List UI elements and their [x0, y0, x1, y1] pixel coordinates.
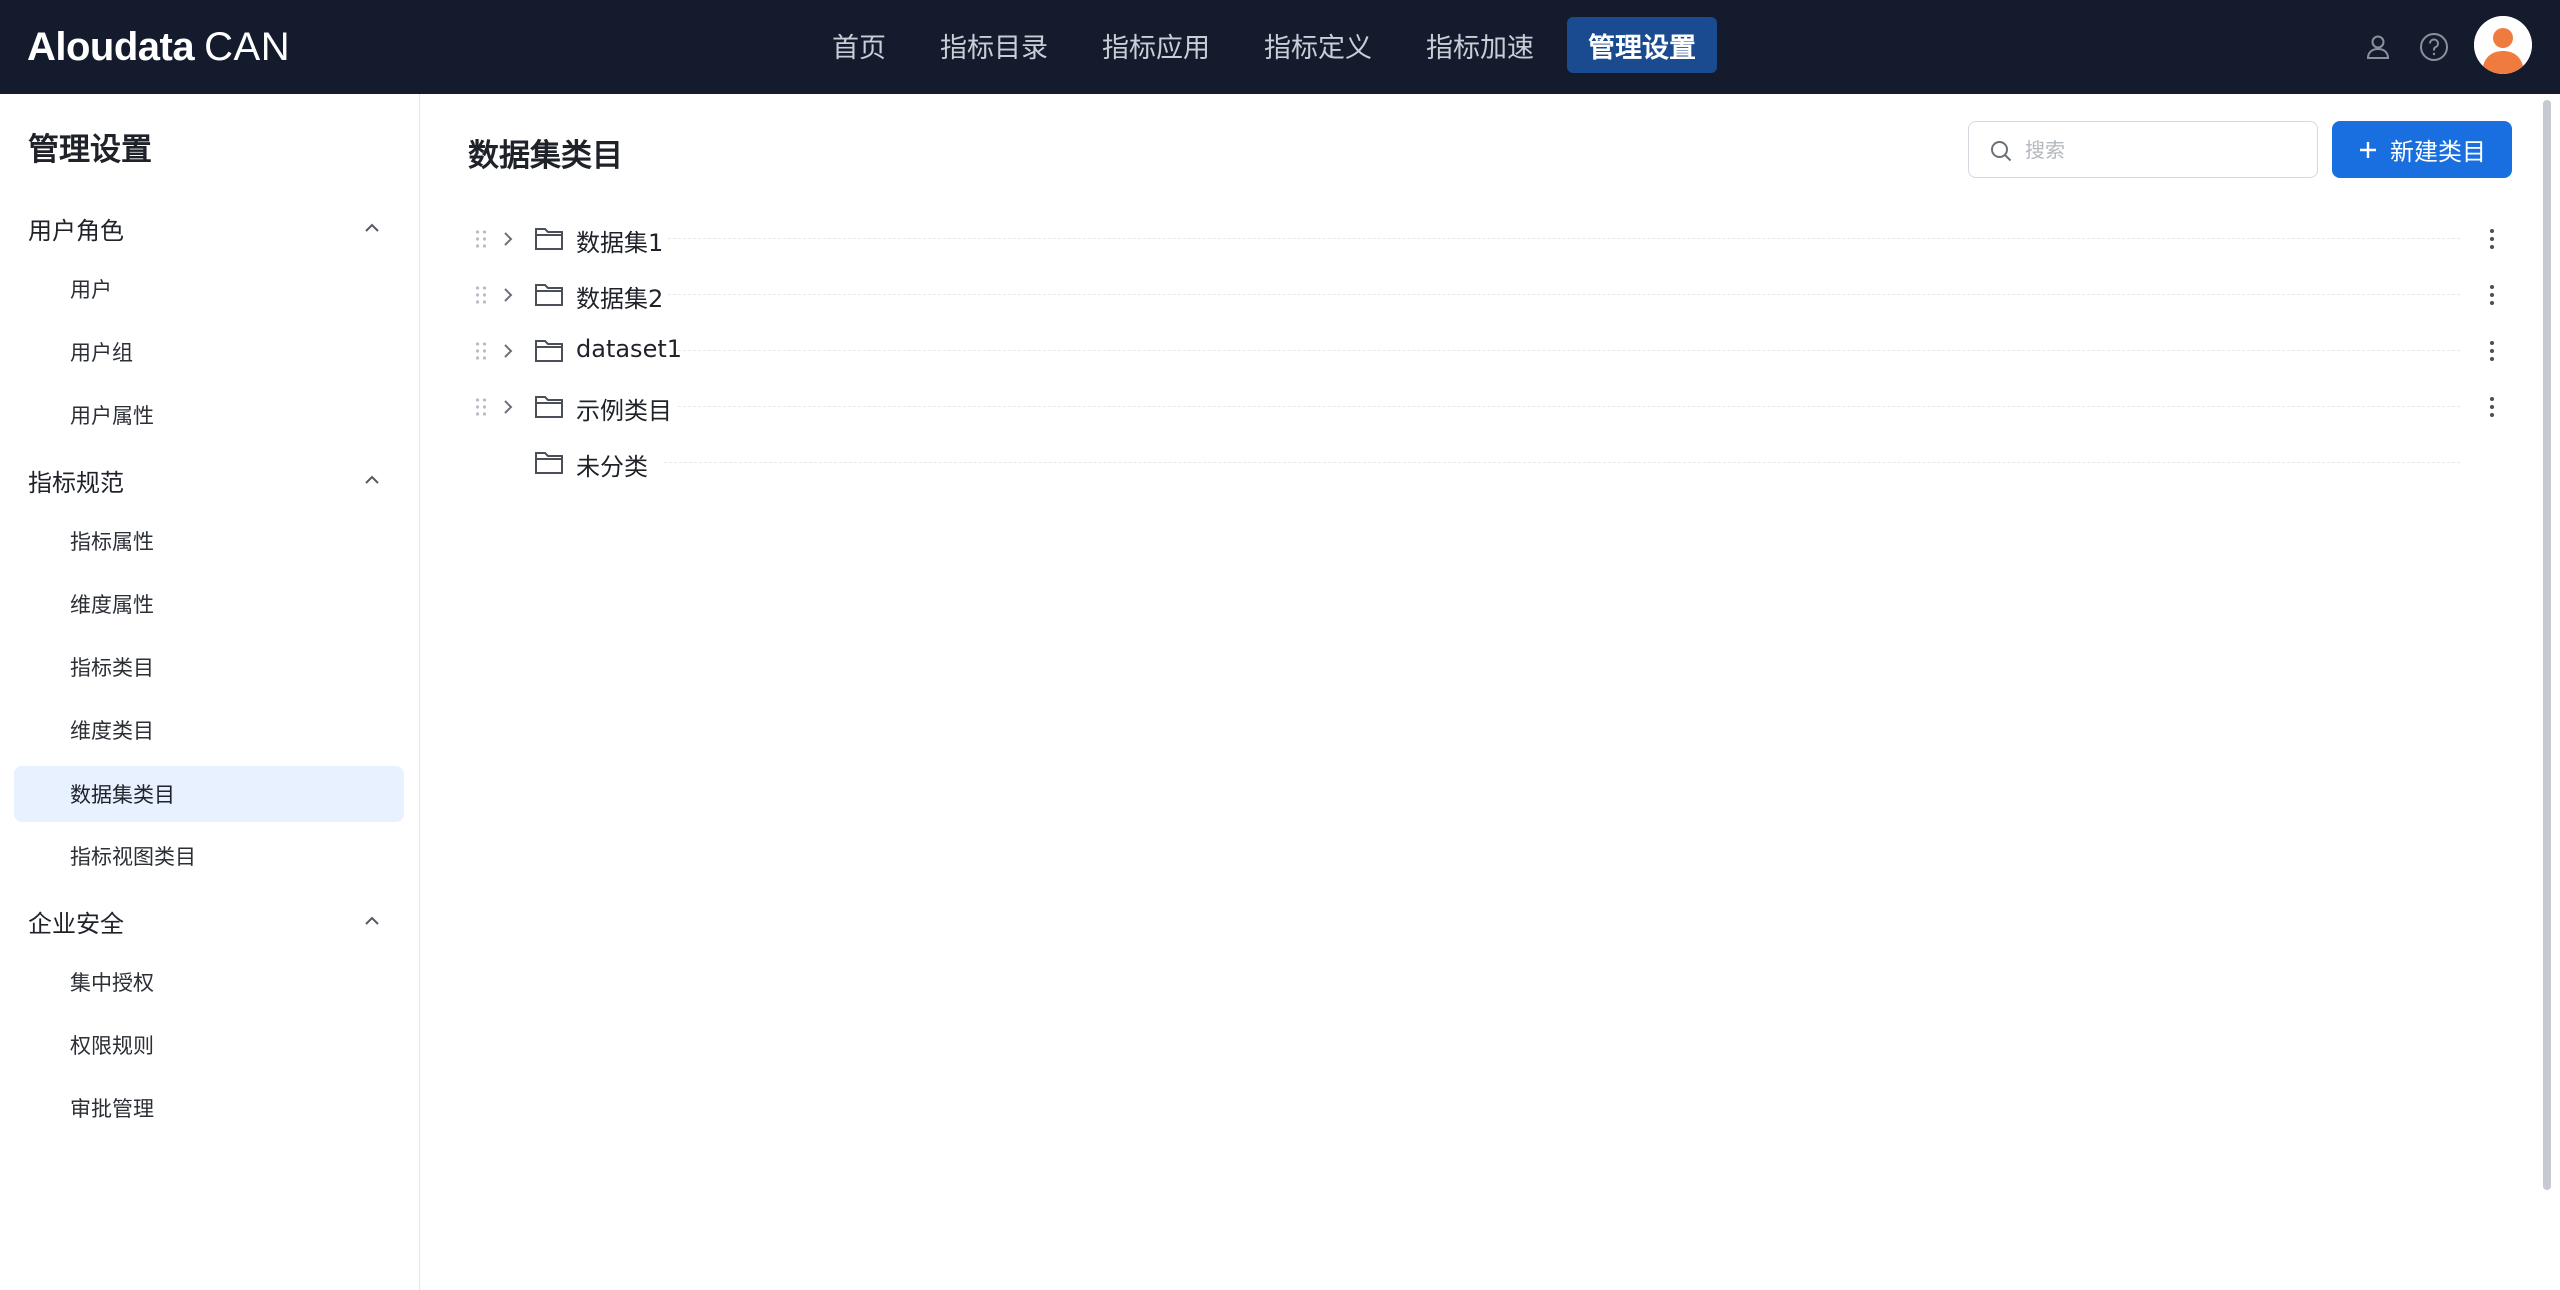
sidebar-item-label: 数据集类目 — [70, 783, 175, 807]
tree-row-divider — [678, 350, 2460, 351]
more-vertical-icon[interactable] — [2478, 337, 2506, 365]
new-category-button[interactable]: 新建类目 — [2332, 121, 2512, 178]
chevron-up-icon — [360, 468, 384, 492]
scrollbar-thumb[interactable] — [2543, 100, 2551, 1190]
sidebar-group-label: 指标规范 — [28, 468, 124, 497]
nav-item-metric-definition[interactable]: 指标定义 — [1243, 17, 1393, 73]
chevron-right-icon[interactable] — [496, 283, 520, 307]
tree-item-label: 未分类 — [576, 453, 648, 481]
sidebar-group-enterprise-security[interactable]: 企业安全 — [0, 895, 420, 947]
sidebar-item-label: 指标类目 — [70, 656, 154, 680]
tree-row-divider — [678, 406, 2460, 407]
tree-row[interactable]: 示例类目 — [468, 379, 2518, 435]
sidebar-group-user-roles[interactable]: 用户角色 — [0, 202, 420, 254]
top-navigation-bar: Aloudata CAN 首页 指标目录 指标应用 指标定义 指标加速 管理设置 — [0, 0, 2560, 94]
tree-item-label: 数据集2 — [576, 285, 664, 313]
search-icon — [1991, 141, 2012, 162]
folder-icon — [535, 228, 563, 250]
sidebar-group-metric-standards[interactable]: 指标规范 — [0, 454, 420, 506]
sidebar-item-users[interactable]: 用户 — [14, 261, 404, 317]
sidebar-item-label: 用户属性 — [70, 404, 154, 428]
drag-handle-icon[interactable] — [474, 397, 488, 417]
drag-handle-icon[interactable] — [474, 341, 488, 361]
sidebar-item-label: 维度属性 — [70, 593, 154, 617]
sidebar-item-label: 审批管理 — [70, 1097, 154, 1121]
avatar[interactable] — [2474, 16, 2532, 74]
main-content: 数据集类目 新建类目 数据集1 数据集2 — [421, 94, 2539, 1290]
chevron-right-icon[interactable] — [496, 395, 520, 419]
folder-icon — [535, 452, 563, 474]
chevron-up-icon — [360, 909, 384, 933]
sidebar-item-label: 指标属性 — [70, 530, 154, 554]
main-nav: 首页 指标目录 指标应用 指标定义 指标加速 管理设置 — [811, 16, 1729, 74]
sidebar-group-label: 企业安全 — [28, 909, 124, 938]
user-icon[interactable] — [2360, 29, 2396, 65]
sidebar-item-dataset-categories[interactable]: 数据集类目 — [14, 766, 404, 822]
more-vertical-icon[interactable] — [2478, 393, 2506, 421]
tree-row-divider — [668, 238, 2460, 239]
help-circle-icon[interactable] — [2416, 29, 2452, 65]
logo-sub-text: CAN — [204, 24, 291, 69]
sidebar-item-metric-view-categories[interactable]: 指标视图类目 — [14, 828, 404, 884]
sidebar-item-approval-management[interactable]: 审批管理 — [14, 1080, 404, 1136]
sidebar-item-user-groups[interactable]: 用户组 — [14, 324, 404, 380]
chevron-right-icon[interactable] — [496, 227, 520, 251]
tree-row-divider — [664, 462, 2460, 463]
folder-icon — [535, 340, 563, 362]
tree-row[interactable]: 数据集1 — [468, 211, 2518, 267]
plus-icon — [2360, 142, 2376, 158]
sidebar-item-label: 维度类目 — [70, 719, 154, 743]
sidebar-item-metric-attributes[interactable]: 指标属性 — [14, 513, 404, 569]
sidebar-item-dimension-categories[interactable]: 维度类目 — [14, 702, 404, 758]
page-title: 数据集类目 — [468, 138, 623, 174]
tree-row[interactable]: dataset1 — [468, 323, 2518, 379]
tree-item-label: 示例类目 — [576, 397, 672, 425]
tree-row-divider — [668, 294, 2460, 295]
drag-handle-icon[interactable] — [474, 285, 488, 305]
sidebar-item-user-attributes[interactable]: 用户属性 — [14, 387, 404, 443]
folder-icon — [535, 396, 563, 418]
vertical-scrollbar[interactable] — [2543, 100, 2553, 1190]
sidebar-item-dimension-attributes[interactable]: 维度属性 — [14, 576, 404, 632]
sidebar-item-label: 指标视图类目 — [70, 845, 196, 869]
sidebar-item-label: 用户组 — [70, 341, 133, 365]
tree-row[interactable]: 数据集2 — [468, 267, 2518, 323]
sidebar-item-label: 权限规则 — [70, 1034, 154, 1058]
nav-item-metric-application[interactable]: 指标应用 — [1081, 17, 1231, 73]
tree-row[interactable]: 未分类 — [468, 435, 2518, 491]
sidebar-group-label: 用户角色 — [28, 216, 124, 245]
nav-item-metric-acceleration[interactable]: 指标加速 — [1405, 17, 1555, 73]
search-box — [1968, 121, 2318, 178]
logo-main-text: Aloudata — [27, 24, 195, 69]
more-vertical-icon[interactable] — [2478, 225, 2506, 253]
folder-icon — [535, 284, 563, 306]
sidebar-item-metric-categories[interactable]: 指标类目 — [14, 639, 404, 695]
chevron-right-icon[interactable] — [496, 339, 520, 363]
sidebar-item-central-authorization[interactable]: 集中授权 — [14, 954, 404, 1010]
sidebar-title: 管理设置 — [28, 132, 152, 168]
sidebar-item-label: 用户 — [70, 278, 112, 302]
tree-item-label: 数据集1 — [576, 229, 664, 257]
app-logo[interactable]: Aloudata CAN — [27, 20, 290, 74]
nav-item-home[interactable]: 首页 — [811, 17, 907, 73]
chevron-up-icon — [360, 216, 384, 240]
sidebar-item-permission-rules[interactable]: 权限规则 — [14, 1017, 404, 1073]
sidebar-item-label: 集中授权 — [70, 971, 154, 995]
search-input[interactable] — [2025, 132, 2305, 168]
nav-item-metric-catalog[interactable]: 指标目录 — [919, 17, 1069, 73]
nav-item-admin-settings[interactable]: 管理设置 — [1567, 17, 1717, 73]
tree-item-label: dataset1 — [576, 335, 683, 363]
drag-handle-icon[interactable] — [474, 229, 488, 249]
new-category-button-label: 新建类目 — [2390, 138, 2486, 166]
sidebar: 管理设置 用户角色 用户 用户组 用户属性 指标规范 指标属性 维度属性 指标类… — [0, 94, 420, 1290]
more-vertical-icon[interactable] — [2478, 281, 2506, 309]
